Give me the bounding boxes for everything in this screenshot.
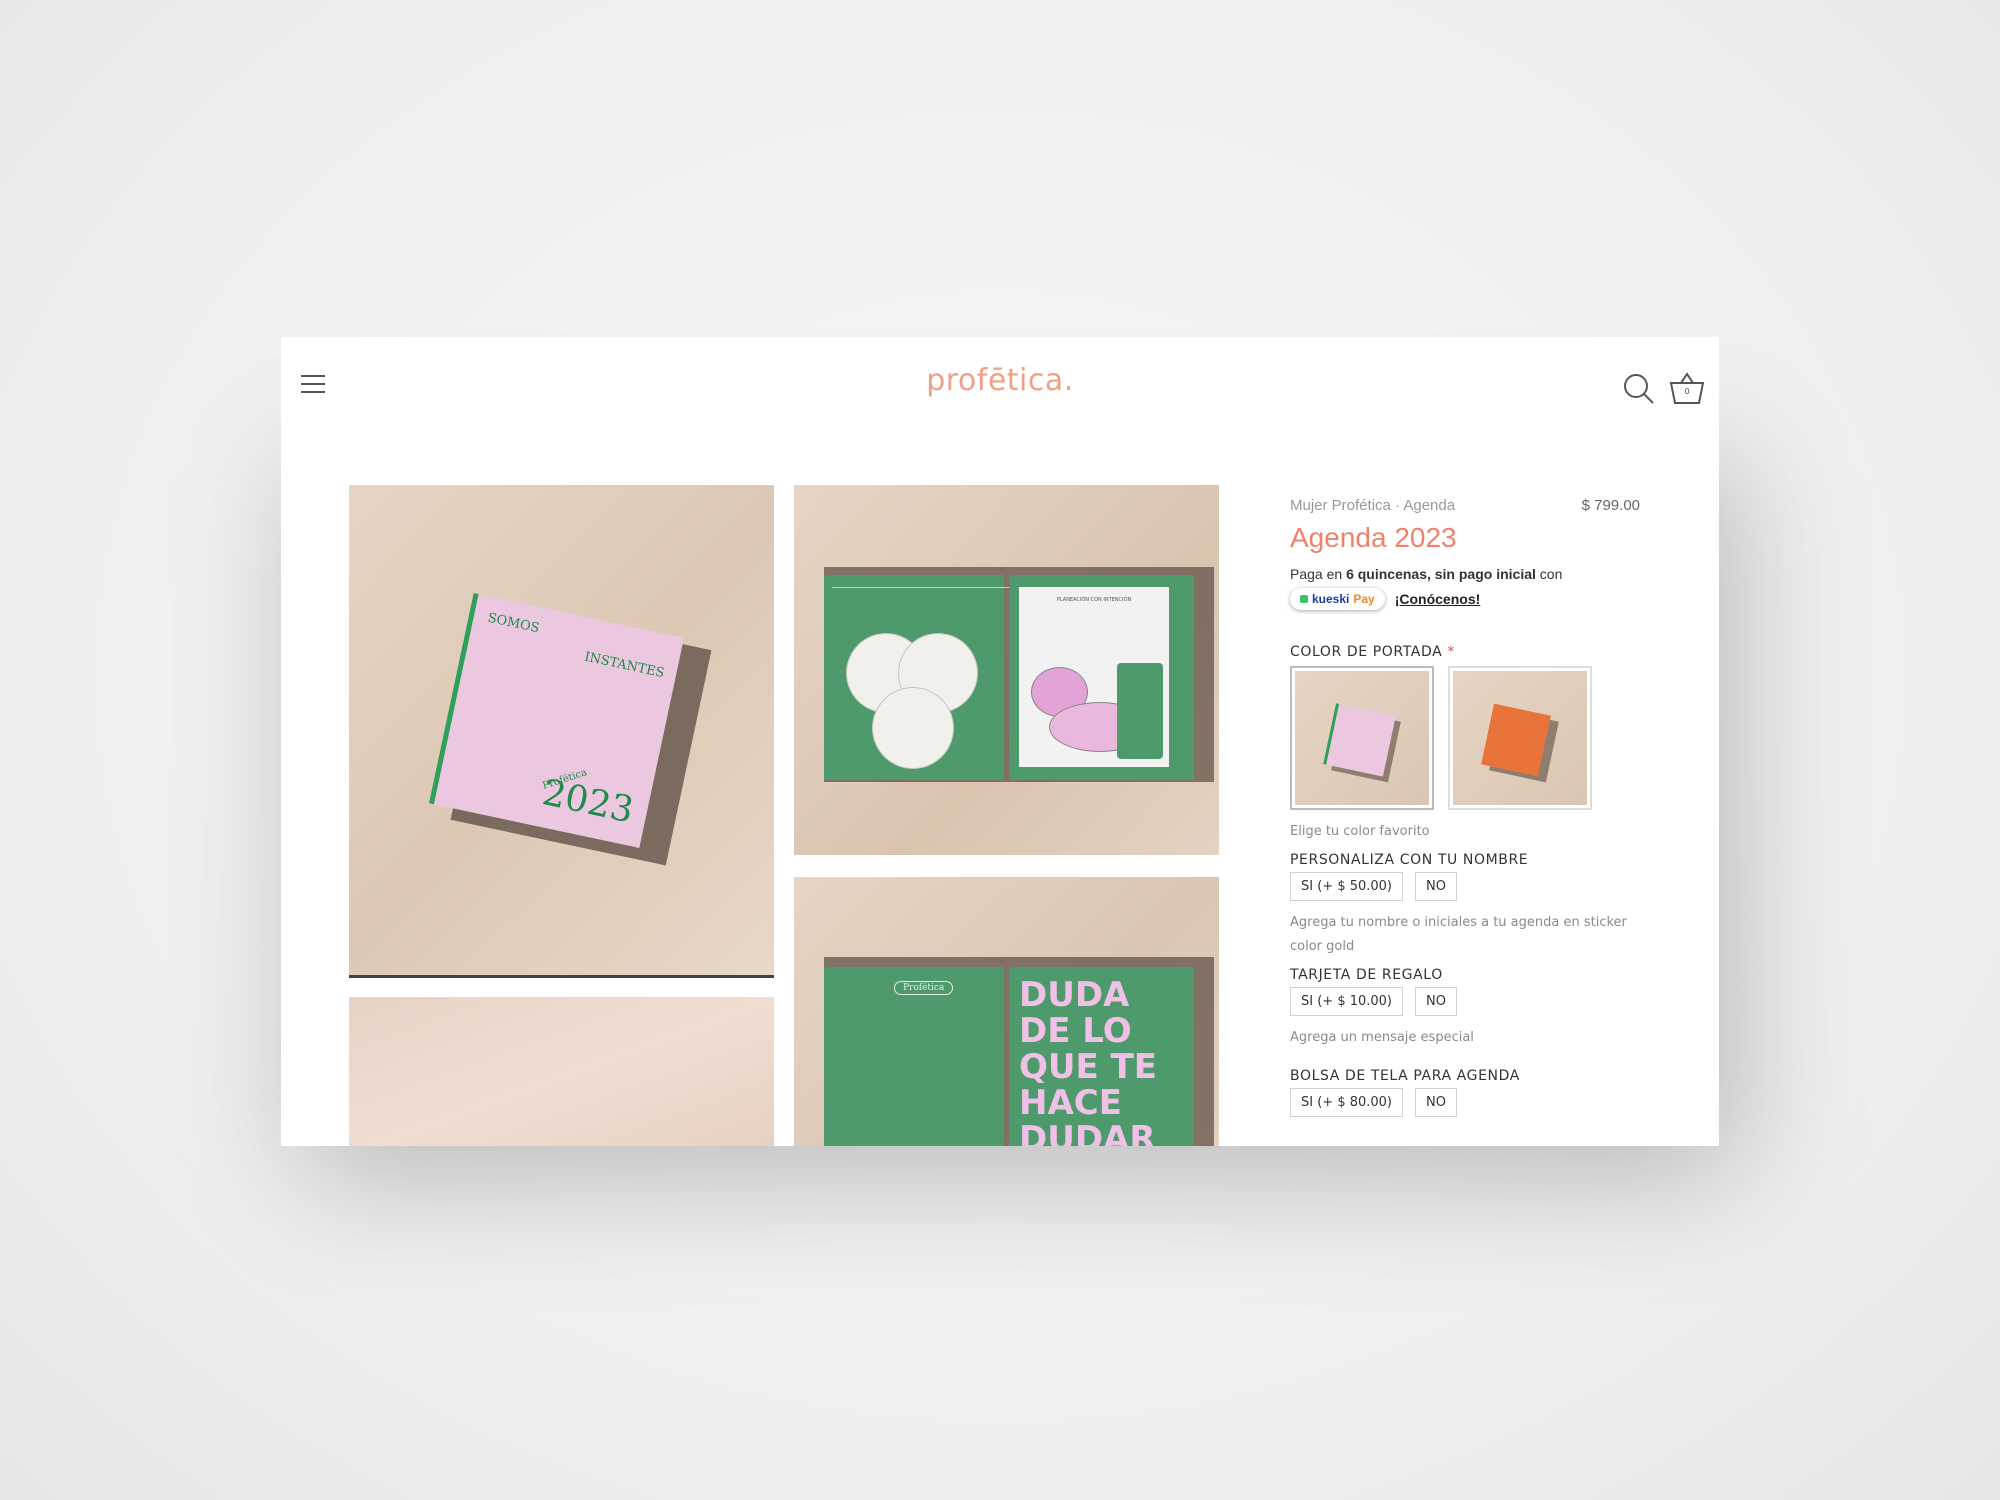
payment-provider-row: kueski Pay ¡Conócenos! [1290,588,1640,610]
cart-button[interactable]: 0 [1667,371,1707,407]
planner-left-page: ━━━━━━━━━━━━━━━━━━━━━━━━━━━━━━━━━━━━━━━━… [824,575,1164,780]
conocenos-link[interactable]: ¡Conócenos! [1395,591,1481,607]
cover-color-options [1290,666,1640,810]
personalize-hint: Agrega tu nombre o iniciales a tu agenda… [1290,915,1627,954]
quote-left-page: Profética [824,967,1004,1146]
kueski-logo-icon [1300,595,1308,603]
search-icon[interactable] [1621,371,1657,407]
logo[interactable]: profētica. [281,363,1719,398]
gift-card-hint: Agrega un mensaje especial [1290,1030,1474,1045]
swatch-rosa[interactable] [1290,666,1434,810]
personalize-options: SI (+ $ 50.00) NO [1290,872,1640,901]
cover-color-label: COLOR DE PORTADA * [1290,644,1455,660]
bag-label: BOLSA DE TELA PARA AGENDA [1290,1068,1520,1084]
cover-year: 2023 [538,772,638,832]
gift-card-options: SI (+ $ 10.00) NO [1290,987,1640,1016]
planner-heading: PLANEACIÓN CON INTENCIÓN [1056,597,1132,603]
cover-color-hint: Elige tu color favorito [1290,824,1430,839]
product-photo-cover[interactable]: SOMOS INSTANTES Profética 2023 [349,485,774,978]
product-price: $ 799.00 [1581,497,1640,514]
quote-right-page: DUDA DE LO QUE TE HACE DUDAR [1009,967,1194,1146]
product-title: Agenda 2023 [1290,522,1457,553]
product-details: Mujer Profética · Agenda $ 799.00 Agenda… [1290,497,1640,1117]
personalize-no-button[interactable]: NO [1415,872,1457,901]
quote-badge: Profética [894,981,954,995]
bag-yes-button[interactable]: SI (+ $ 80.00) [1290,1088,1404,1117]
personalize-yes-button[interactable]: SI (+ $ 50.00) [1290,872,1404,901]
browser-window: profētica. 0 SOMOS INSTANTES Profética 2… [281,337,1719,1146]
payment-text: Paga en 6 quincenas, sin pago inicial co… [1290,566,1563,582]
cover-text-somos: SOMOS [486,610,541,637]
planner-right-page: PLANEACIÓN CON INTENCIÓN [1009,575,1194,780]
swatch-naranja[interactable] [1448,666,1592,810]
product-photo-detail[interactable] [349,997,774,1146]
personalize-label: PERSONALIZA CON TU NOMBRE [1290,852,1529,868]
product-photo-quote[interactable]: Profética DUDA DE LO QUE TE HACE DUDAR [794,877,1219,1146]
gift-card-yes-button[interactable]: SI (+ $ 10.00) [1290,987,1404,1016]
book-cover: SOMOS INSTANTES Profética 2023 [428,592,685,849]
bag-options: SI (+ $ 80.00) NO [1290,1088,1640,1117]
cart-count: 0 [1684,387,1690,396]
gift-card-label: TARJETA DE REGALO [1290,967,1443,983]
product-photo-planner[interactable]: ━━━━━━━━━━━━━━━━━━━━━━━━━━━━━━━━━━━━━━━━… [794,485,1219,855]
gift-card-no-button[interactable]: NO [1415,987,1457,1016]
quote-text: DUDA DE LO QUE TE HACE DUDAR [1019,975,1157,1146]
bag-no-button[interactable]: NO [1415,1088,1457,1117]
kueski-pay-badge[interactable]: kueski Pay [1290,588,1385,610]
cover-text-instantes: INSTANTES [583,649,666,682]
